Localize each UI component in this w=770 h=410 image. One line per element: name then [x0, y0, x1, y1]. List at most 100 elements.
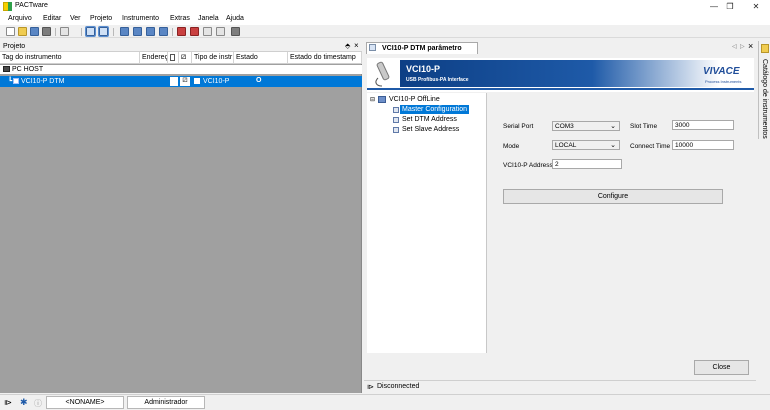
- pc-host-icon: [3, 66, 10, 72]
- project-view-icon[interactable]: [85, 26, 96, 37]
- close-panel-icon[interactable]: ×: [354, 41, 359, 50]
- menu-editar[interactable]: Editar: [43, 15, 61, 22]
- column-header-device-icon[interactable]: [168, 52, 179, 64]
- close-window-button[interactable]: ✕: [746, 1, 766, 12]
- banner-product-area: VCI10-P USB Profibus-PA Interface: [400, 60, 720, 87]
- menu-instrumento[interactable]: Instrumento: [122, 15, 159, 22]
- project-panel-title: Projeto: [3, 43, 26, 50]
- print-icon[interactable]: [42, 27, 51, 36]
- menu-arquivo[interactable]: Arquivo: [8, 15, 32, 22]
- tab-next-icon[interactable]: ▷: [740, 43, 745, 50]
- connection-icon[interactable]: ⧐: [4, 398, 12, 407]
- user-field: Administrador: [127, 396, 205, 409]
- menu-extras[interactable]: Extras: [170, 15, 190, 22]
- new-project-icon[interactable]: [6, 27, 15, 36]
- slot-time-input[interactable]: 3000: [672, 120, 734, 130]
- upload-icon[interactable]: [177, 27, 186, 36]
- print-preview-icon[interactable]: [60, 27, 69, 36]
- project-panel-header: Projeto ⬘ ×: [0, 41, 362, 52]
- catalog-icon: [761, 44, 769, 53]
- device-icon: [13, 78, 19, 84]
- maximize-button[interactable]: ❒: [720, 1, 740, 12]
- title-bar: PACTware — ❒ ✕: [0, 0, 770, 13]
- close-button[interactable]: Close: [694, 360, 749, 375]
- menu-ajuda[interactable]: Ajuda: [226, 15, 244, 22]
- serial-port-value: COM3: [555, 123, 574, 130]
- row-state: O: [256, 77, 262, 84]
- edit-icon[interactable]: [170, 77, 178, 86]
- column-header-state[interactable]: Estado: [234, 52, 288, 64]
- diagnosis-icon[interactable]: [216, 27, 225, 36]
- slot-time-label: Slot Time: [630, 123, 658, 130]
- device-type-icon: [194, 78, 200, 84]
- column-header-address[interactable]: Endereço: [140, 52, 168, 64]
- table-row[interactable]: PC HOST: [0, 65, 362, 74]
- device-catalog-side-tab[interactable]: Catálogo de instrumentos: [758, 41, 770, 139]
- tree-branch-icon: ┗: [8, 78, 13, 85]
- dtm-status-bar: ⧐ Disconnected: [364, 380, 756, 392]
- dtm-navigation-tree: ⊟ VCI10-P OffLine Master Configuration S…: [367, 93, 487, 353]
- column-header-timestamp[interactable]: Estado do timestamp: [288, 52, 362, 64]
- banner-product-subtitle: USB Profibus-PA Interface: [406, 77, 469, 83]
- tree-item-set-slave-address[interactable]: Set Slave Address: [402, 126, 459, 133]
- vivace-logo: VIVACE: [703, 66, 740, 77]
- mode-select[interactable]: LOCAL ⌄: [552, 140, 620, 150]
- window-title: PACTware: [15, 2, 48, 9]
- banner-stripe: [367, 88, 754, 90]
- connect-time-input[interactable]: 10000: [672, 140, 734, 150]
- bottom-status-bar: ⧐ ✱ ⓘ <NONAME> Administrador: [0, 394, 770, 410]
- row-tag: VCI10-P DTM: [21, 78, 65, 85]
- connection-status-text: Disconnected: [377, 383, 420, 390]
- project-panel: Projeto ⬘ × Tag do instrumento Endereço …: [0, 41, 362, 393]
- usb-interface-icon: [375, 61, 390, 87]
- add-device-icon[interactable]: [146, 27, 155, 36]
- catalog-label: Catálogo de instrumentos: [761, 59, 768, 139]
- config-item-icon: [393, 117, 399, 123]
- tab-close-icon[interactable]: ×: [748, 41, 753, 51]
- tree-root-label[interactable]: VCI10-P OffLine: [389, 96, 440, 103]
- connection-status-icon[interactable]: ⚂: [180, 77, 190, 86]
- row-device-type: VCI10-P: [203, 78, 230, 85]
- vci-address-label: VCI10-P Address: [503, 162, 553, 169]
- column-header-device-type[interactable]: Tipo de instr: [192, 52, 234, 64]
- configure-button[interactable]: Configure: [503, 189, 723, 204]
- vci-address-input[interactable]: 2: [552, 159, 622, 169]
- save-icon[interactable]: [30, 27, 39, 36]
- project-name-field: <NONAME>: [46, 396, 124, 409]
- pin-icon[interactable]: ⬘: [345, 42, 350, 50]
- chevron-down-icon: ⌄: [610, 123, 616, 130]
- info-icon: ⓘ: [34, 399, 42, 408]
- catalog-icon[interactable]: [231, 27, 240, 36]
- serial-port-label: Serial Port: [503, 123, 534, 130]
- disconnected-icon: ⧐: [367, 384, 374, 391]
- menu-projeto[interactable]: Projeto: [90, 15, 112, 22]
- table-row[interactable]: ┗ VCI10-P DTM ⚂ VCI10-P O: [0, 76, 362, 87]
- remove-device-icon[interactable]: [159, 27, 168, 36]
- vivace-tagline: Process Instruments: [705, 79, 742, 84]
- dtm-tab-icon: [369, 44, 376, 51]
- tab-prev-icon[interactable]: ◁: [732, 43, 737, 50]
- asterisk-icon[interactable]: ✱: [20, 397, 28, 408]
- tree-item-set-dtm-address[interactable]: Set DTM Address: [402, 116, 457, 123]
- tab-vci10-dtm-parameter[interactable]: VCI10-P DTM parâmetro: [366, 42, 478, 54]
- menu-bar: Arquivo Editar Ver Projeto Instrumento E…: [0, 13, 770, 25]
- network-view-icon[interactable]: [98, 26, 109, 37]
- pactware-logo-icon: [3, 2, 12, 11]
- menu-ver[interactable]: Ver: [70, 15, 81, 22]
- menu-janela[interactable]: Janela: [198, 15, 219, 22]
- toolbar: [0, 26, 770, 38]
- serial-port-select[interactable]: COM3 ⌄: [552, 121, 620, 131]
- column-header-connection-icon[interactable]: ⚂: [179, 52, 192, 64]
- download-icon[interactable]: [190, 27, 199, 36]
- parameter-icon[interactable]: [203, 27, 212, 36]
- network-icon: [378, 96, 386, 103]
- tree-collapse-icon[interactable]: ⊟: [370, 96, 375, 103]
- mode-value: LOCAL: [555, 142, 577, 149]
- connect-icon[interactable]: [120, 27, 129, 36]
- tree-item-master-configuration[interactable]: Master Configuration: [400, 105, 469, 114]
- disconnect-icon[interactable]: [133, 27, 142, 36]
- column-header-tag[interactable]: Tag do instrumento: [0, 52, 140, 64]
- open-project-icon[interactable]: [18, 27, 27, 36]
- chevron-down-icon: ⌄: [610, 142, 616, 149]
- row-tag: PC HOST: [12, 66, 44, 73]
